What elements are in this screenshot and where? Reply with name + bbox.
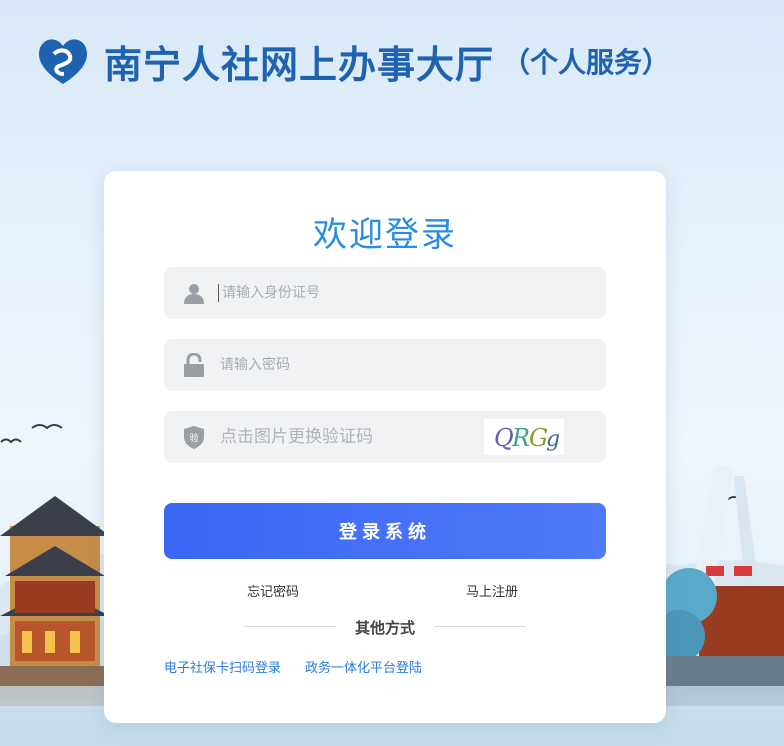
bird-icon (31, 424, 63, 430)
id-number-input[interactable] (220, 266, 606, 320)
svg-text:Q: Q (494, 424, 514, 452)
password-input[interactable] (218, 338, 606, 392)
svg-text:R: R (511, 424, 530, 452)
login-button[interactable]: 登录系统 (164, 503, 606, 559)
lock-icon (182, 353, 206, 377)
social-card-scan-login-link[interactable]: 电子社保卡扫码登录 (164, 657, 281, 676)
pagoda-illustration (0, 496, 110, 706)
text-cursor (218, 284, 219, 302)
shield-icon: 验 (182, 425, 206, 449)
login-card: 欢迎登录 验 Q (104, 171, 666, 723)
bird-icon (0, 438, 22, 444)
svg-text:验: 验 (189, 432, 198, 444)
stadium-illustration (664, 466, 784, 706)
site-subtitle: （个人服务） (502, 46, 671, 79)
captcha-field[interactable]: 验 Q R G g (164, 410, 606, 464)
other-methods-label: 其他方式 (354, 619, 415, 637)
forgot-password-link[interactable]: 忘记密码 (247, 581, 299, 600)
register-link[interactable]: 马上注册 (466, 581, 518, 600)
password-field[interactable] (164, 338, 606, 392)
heart-logo-icon (38, 39, 88, 84)
site-header: 南宁人社网上办事大厅 （个人服务） (34, 32, 670, 90)
id-number-field[interactable] (164, 266, 606, 320)
captcha-input[interactable] (218, 410, 484, 464)
login-title: 欢迎登录 (313, 215, 457, 255)
captcha-image[interactable]: Q R G g (484, 419, 564, 455)
site-title: 南宁人社网上办事大厅 (104, 41, 495, 87)
svg-text:g: g (546, 427, 560, 452)
divider-right (434, 626, 526, 627)
gov-platform-login-link[interactable]: 政务一体化平台登陆 (305, 657, 422, 676)
user-icon (182, 281, 206, 305)
